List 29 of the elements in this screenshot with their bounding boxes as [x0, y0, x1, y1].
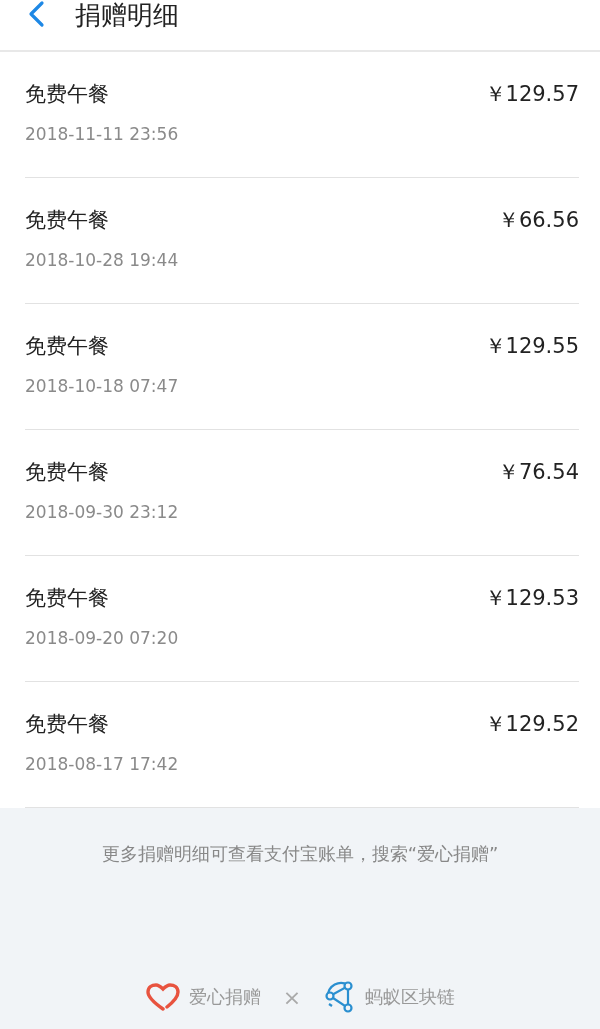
donation-name: 免费午餐	[25, 711, 109, 738]
donation-time: 2018-10-18 07:47	[25, 376, 180, 396]
separator-mark: ×	[282, 984, 302, 1010]
donation-time: 2018-09-20 07:20	[25, 628, 180, 648]
donation-time: 2018-08-17 17:42	[25, 754, 180, 774]
donation-time: 2018-11-11 23:56	[25, 124, 180, 144]
donation-amount: ￥129.55	[484, 333, 579, 360]
donation-amount: ￥129.57	[484, 81, 579, 108]
donation-amount: ￥76.54	[497, 459, 579, 486]
donation-amount: ￥66.56	[497, 207, 579, 234]
brand-name: 蚂蚁区块链	[365, 985, 456, 1009]
donation-amount: ￥129.52	[484, 711, 579, 738]
page-title: 捐赠明细	[75, 0, 179, 30]
donation-row[interactable]: 免费午餐 ￥129.57 2018-11-11 23:56	[25, 52, 579, 178]
donation-row[interactable]: 免费午餐 ￥129.53 2018-09-20 07:20	[25, 556, 579, 682]
donation-name: 免费午餐	[25, 459, 109, 486]
donation-row[interactable]: 免费午餐 ￥66.56 2018-10-28 19:44	[25, 178, 579, 304]
donation-time: 2018-09-30 23:12	[25, 502, 180, 522]
donation-row[interactable]: 免费午餐 ￥76.54 2018-09-30 23:12	[25, 430, 579, 556]
donation-name: 免费午餐	[25, 333, 109, 360]
donation-name: 免费午餐	[25, 585, 109, 612]
donation-amount: ￥129.53	[484, 585, 579, 612]
footer-note: 更多捐赠明细可查看支付宝账单，搜索“爱心捐赠”	[101, 842, 499, 866]
donation-time: 2018-10-28 19:44	[25, 250, 180, 270]
donation-name: 免费午餐	[25, 81, 109, 108]
donation-row[interactable]: 免费午餐 ￥129.55 2018-10-18 07:47	[25, 304, 579, 430]
brand-name: 爱心捐赠	[188, 985, 261, 1009]
donation-name: 免费午餐	[25, 207, 109, 234]
back-icon[interactable]	[27, 0, 45, 28]
